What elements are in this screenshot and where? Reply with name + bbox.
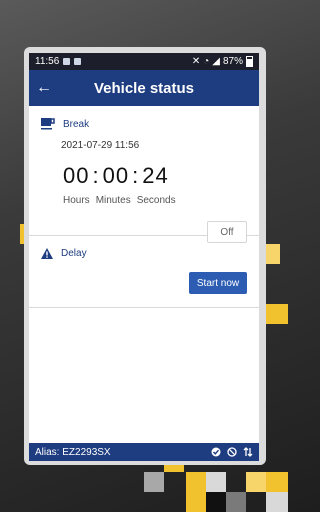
delay-section: Delay Start now	[29, 236, 259, 308]
signal-icon: ◢	[212, 56, 220, 67]
timer-hours: 00	[63, 163, 90, 188]
vehicle-alias: Alias: EZ2293SX	[35, 446, 111, 458]
status-time: 11:56	[35, 56, 60, 67]
mute-icon: ✕	[191, 56, 201, 67]
timer-units: Hours Minutes Seconds	[29, 189, 259, 206]
break-timer: 00 : 00 : 24	[29, 151, 259, 189]
warning-icon	[41, 248, 53, 259]
seconds-label: Seconds	[136, 195, 176, 206]
break-section: Break 2021-07-29 11:56 00 : 00 : 24 Hour…	[29, 106, 259, 243]
coffee-cup-icon	[41, 118, 55, 130]
break-label: Break	[63, 118, 90, 130]
app-notification-icon	[74, 58, 82, 65]
page-title: Vehicle status	[93, 79, 195, 97]
notification-icon	[63, 58, 71, 65]
arrow-left-icon[interactable]: ←	[29, 79, 59, 97]
check-circle-icon	[211, 447, 221, 457]
footer-bar: Alias: EZ2293SX	[29, 443, 259, 461]
timer-minutes: 00	[102, 163, 130, 188]
minutes-label: Minutes	[95, 195, 131, 206]
app-bar: ← Vehicle status	[29, 70, 259, 106]
start-now-button[interactable]: Start now	[189, 272, 247, 294]
sync-arrows-icon[interactable]	[243, 447, 253, 457]
timer-separator: :	[92, 163, 100, 188]
timer-seconds: 24	[142, 163, 169, 188]
battery-percent: 87%	[222, 56, 243, 67]
phone-screen: 11:56 ✕ ◔ ◢ 87% ← Vehicle status Break 2…	[29, 53, 259, 461]
timer-separator: :	[132, 163, 140, 188]
hours-label: Hours	[63, 195, 90, 206]
blocked-icon	[227, 447, 237, 457]
battery-icon	[246, 56, 253, 67]
status-bar: 11:56 ✕ ◔ ◢ 87%	[29, 53, 259, 70]
break-datetime: 2021-07-29 11:56	[61, 140, 140, 151]
wifi-icon: ◔	[203, 56, 210, 67]
delay-label: Delay	[61, 248, 87, 259]
